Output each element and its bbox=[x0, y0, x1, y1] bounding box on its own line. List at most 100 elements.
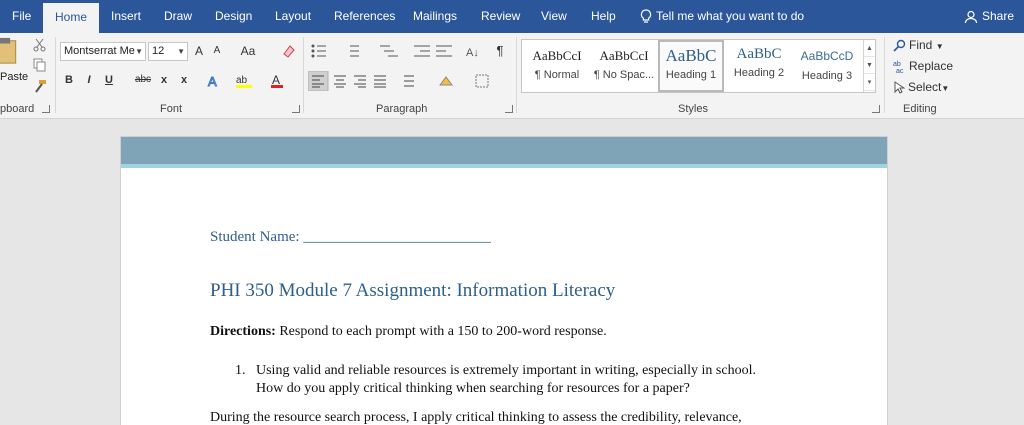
styles-group-label: Styles bbox=[678, 103, 708, 115]
style-heading-2[interactable]: AaBbC Heading 2 bbox=[726, 40, 792, 92]
student-name-line[interactable]: Student Name: _________________________ bbox=[210, 229, 491, 246]
style-sample: AaBbCcI bbox=[532, 48, 582, 63]
document-page[interactable]: Student Name: _________________________ … bbox=[120, 136, 888, 425]
replace-icon: abac bbox=[893, 61, 904, 75]
style-heading-1[interactable]: AaBbC Heading 1 bbox=[658, 40, 724, 92]
superscript-button[interactable]: x bbox=[178, 70, 190, 90]
tab-mailings[interactable]: Mailings bbox=[401, 0, 469, 33]
clear-formatting-icon[interactable] bbox=[282, 44, 296, 58]
group-divider bbox=[516, 37, 517, 113]
search-icon bbox=[893, 40, 906, 52]
font-size-combo[interactable]: 12 ▼ bbox=[148, 42, 188, 61]
response-paragraph[interactable]: During the resource search process, I ap… bbox=[210, 410, 742, 425]
shrink-font-button[interactable]: A bbox=[210, 41, 224, 61]
select-label: Select bbox=[908, 80, 942, 94]
replace-label: Replace bbox=[909, 59, 954, 73]
tell-me-search[interactable]: Tell me what you want to do bbox=[640, 0, 804, 33]
font-launcher-icon[interactable] bbox=[292, 105, 300, 113]
change-case-button[interactable]: Aa bbox=[236, 41, 260, 61]
tab-draw[interactable]: Draw bbox=[152, 0, 204, 33]
style-name: ¶ Normal bbox=[534, 69, 580, 81]
chevron-down-icon: ▼ bbox=[135, 47, 143, 56]
clipboard-group-label: pboard bbox=[0, 103, 35, 115]
tab-layout[interactable]: Layout bbox=[263, 0, 323, 33]
replace-button[interactable]: ab ac Replace bbox=[893, 59, 954, 75]
list-number: 1. bbox=[235, 363, 246, 378]
assignment-title[interactable]: PHI 350 Module 7 Assignment: Information… bbox=[210, 280, 615, 302]
share-label: Share bbox=[981, 9, 1014, 23]
share-button[interactable]: Share bbox=[964, 0, 1014, 33]
cursor-arrow-icon bbox=[894, 81, 906, 94]
tab-references[interactable]: References bbox=[322, 0, 407, 33]
chevron-down-icon: ▼ bbox=[177, 47, 185, 56]
font-color-icon[interactable]: A bbox=[270, 73, 284, 89]
italic-button[interactable]: I bbox=[83, 70, 95, 90]
chevron-down-icon: ▼ bbox=[935, 42, 944, 51]
alignment-buttons-row bbox=[308, 71, 489, 91]
grow-font-button[interactable]: A bbox=[192, 41, 206, 61]
style-name: Heading 1 bbox=[665, 69, 717, 81]
group-divider bbox=[303, 37, 304, 113]
document-canvas[interactable]: Student Name: _________________________ … bbox=[0, 119, 1024, 425]
style-sample: AaBbC bbox=[736, 46, 782, 62]
directions-label: Directions: bbox=[210, 324, 276, 339]
prompt-line-2[interactable]: How do you apply critical thinking when … bbox=[256, 381, 690, 397]
tab-home[interactable]: Home bbox=[43, 3, 100, 33]
prompt-line-1[interactable]: Using valid and reliable resources is ex… bbox=[256, 363, 756, 379]
paragraph-group-label: Paragraph bbox=[376, 103, 428, 115]
format-painter-icon[interactable] bbox=[33, 79, 47, 93]
style-sample: AaBbC bbox=[665, 46, 717, 65]
style-sample: AaBbCcD bbox=[800, 49, 854, 63]
style-name: Heading 2 bbox=[733, 67, 785, 79]
show-formatting-button[interactable]: ¶ bbox=[494, 41, 506, 61]
directions-line[interactable]: Directions: Respond to each prompt with … bbox=[210, 324, 607, 340]
chevron-up-icon[interactable]: ▲ bbox=[864, 40, 875, 57]
style-normal[interactable]: AaBbCcI ¶ Normal bbox=[524, 40, 590, 92]
svg-text:A↓: A↓ bbox=[466, 47, 479, 59]
tab-file[interactable]: File bbox=[0, 0, 43, 33]
bold-button[interactable]: B bbox=[63, 70, 75, 90]
svg-text:ab: ab bbox=[236, 75, 248, 86]
highlight-icon[interactable]: ab bbox=[236, 73, 254, 89]
style-sample: AaBbCcI bbox=[599, 48, 649, 63]
style-name: Heading 3 bbox=[801, 70, 853, 82]
svg-text:A: A bbox=[208, 74, 217, 89]
person-icon bbox=[964, 10, 978, 23]
paste-icon[interactable] bbox=[0, 37, 24, 65]
title-tab-bar: File Home Insert Draw Design Layout Refe… bbox=[0, 0, 1024, 33]
tab-review[interactable]: Review bbox=[469, 0, 532, 33]
styles-launcher-icon[interactable] bbox=[872, 105, 880, 113]
tab-insert[interactable]: Insert bbox=[99, 0, 153, 33]
font-name-value: Montserrat Me bbox=[64, 45, 135, 57]
find-button[interactable]: Find ▼ bbox=[893, 38, 944, 52]
list-buttons-row: A↓ bbox=[311, 44, 479, 59]
directions-text: Respond to each prompt with a 150 to 200… bbox=[275, 324, 607, 339]
lightbulb-icon bbox=[640, 9, 652, 23]
strikethrough-button[interactable]: abc bbox=[133, 70, 153, 90]
cut-icon[interactable] bbox=[33, 38, 47, 52]
group-divider bbox=[55, 37, 56, 113]
tab-design[interactable]: Design bbox=[203, 0, 264, 33]
style-heading-3[interactable]: AaBbCcD Heading 3 bbox=[794, 40, 860, 92]
text-effects-icon[interactable]: A bbox=[206, 73, 222, 90]
copy-icon[interactable] bbox=[33, 58, 47, 72]
paragraph-launcher-icon[interactable] bbox=[505, 105, 513, 113]
chevron-down-icon: ▼ bbox=[941, 84, 950, 93]
clipboard-launcher-icon[interactable] bbox=[42, 105, 50, 113]
header-band bbox=[121, 137, 887, 164]
more-styles-icon[interactable]: ▾ bbox=[864, 74, 875, 91]
select-button[interactable]: Select▼ bbox=[893, 80, 949, 94]
font-name-combo[interactable]: Montserrat Me ▼ bbox=[60, 42, 146, 61]
svg-text:A: A bbox=[272, 73, 280, 87]
paste-button-label[interactable]: Paste bbox=[0, 71, 28, 83]
subscript-button[interactable]: x bbox=[158, 70, 170, 90]
styles-gallery-scroll[interactable]: ▲ ▼ ▾ bbox=[863, 40, 875, 92]
chevron-down-icon[interactable]: ▼ bbox=[864, 57, 875, 74]
underline-button[interactable]: U bbox=[103, 70, 115, 90]
tab-help[interactable]: Help bbox=[579, 0, 628, 33]
header-accent-line bbox=[121, 164, 887, 168]
tab-view[interactable]: View bbox=[529, 0, 579, 33]
style-no-spacing[interactable]: AaBbCcI ¶ No Spac... bbox=[591, 40, 657, 92]
styles-gallery: AaBbCcI ¶ Normal AaBbCcI ¶ No Spac... AaBb… bbox=[521, 39, 876, 93]
editing-group-label: Editing bbox=[903, 103, 937, 115]
